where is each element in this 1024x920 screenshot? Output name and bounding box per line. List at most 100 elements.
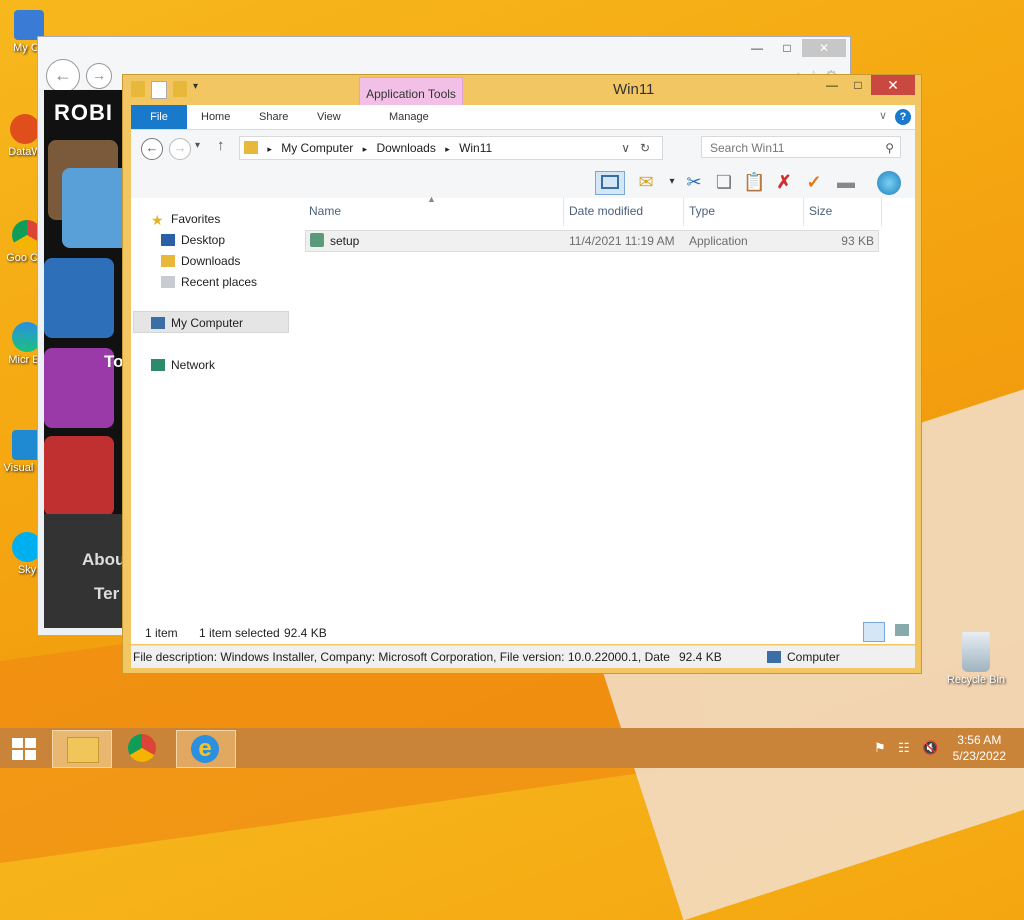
clock[interactable]: 3:56 AM 5/23/2022 bbox=[953, 732, 1006, 764]
file-type: Application bbox=[689, 234, 748, 248]
checkmark-icon[interactable]: ✓ bbox=[803, 171, 825, 193]
column-divider[interactable] bbox=[803, 198, 804, 226]
column-divider[interactable] bbox=[881, 198, 882, 226]
nav-label: My Computer bbox=[171, 316, 244, 330]
tab-share[interactable]: Share bbox=[259, 105, 288, 129]
file-description: File description: Windows Installer, Com… bbox=[133, 650, 673, 664]
clock-time: 3:56 AM bbox=[957, 733, 1002, 747]
taskbar-internet-explorer[interactable]: e bbox=[176, 730, 236, 768]
desktop-icon-recycle-bin[interactable]: Recycle Bin bbox=[944, 632, 1008, 686]
roblox-footer bbox=[44, 514, 134, 628]
volume-muted-icon[interactable]: 🔇 bbox=[922, 740, 938, 756]
game-tile[interactable] bbox=[44, 436, 114, 516]
installer-icon bbox=[310, 233, 324, 247]
globe-icon[interactable] bbox=[877, 171, 901, 195]
desktop-icon-label: Recycle Bin bbox=[946, 674, 1006, 686]
status-bar: 1 item 1 item selected 92.4 KB bbox=[131, 620, 915, 644]
help-icon[interactable]: ? bbox=[895, 109, 911, 125]
browser-forward-button[interactable]: → bbox=[86, 63, 112, 89]
maximize-button[interactable]: □ bbox=[845, 75, 871, 95]
file-explorer-window[interactable]: ▾ Application Tools Win11 — □ ✕ File Hom… bbox=[122, 74, 922, 674]
folder-icon[interactable] bbox=[131, 81, 145, 97]
game-tile[interactable] bbox=[44, 258, 114, 338]
copy-icon[interactable]: ❏ bbox=[713, 171, 735, 193]
datawrapper-icon bbox=[10, 114, 40, 144]
recycle-bin-icon bbox=[962, 632, 990, 672]
footer-link-about[interactable]: Abou bbox=[82, 550, 125, 570]
chrome-icon bbox=[128, 734, 156, 762]
navigation-pane: ★ Favorites Desktop Downloads Recent plac… bbox=[131, 198, 291, 620]
browser-back-button[interactable]: ← bbox=[46, 59, 80, 93]
chevron-right-icon[interactable]: ▸ bbox=[267, 144, 272, 154]
breadcrumb-item[interactable]: Downloads bbox=[376, 141, 435, 155]
nav-desktop[interactable]: Desktop bbox=[161, 233, 225, 247]
close-button[interactable]: ✕ bbox=[802, 39, 846, 57]
contextual-tab-group: Application Tools bbox=[359, 77, 463, 106]
file-name: setup bbox=[330, 234, 360, 248]
chevron-down-icon[interactable]: ▾ bbox=[661, 171, 683, 193]
action-center-icon[interactable]: ⚑ bbox=[874, 740, 886, 756]
properties-folder-icon[interactable]: ✉ bbox=[635, 171, 657, 193]
details-view-icon[interactable] bbox=[863, 622, 885, 642]
nav-favorites[interactable]: ★ Favorites bbox=[151, 212, 220, 228]
chevron-right-icon[interactable]: ▸ bbox=[363, 144, 368, 154]
star-icon: ★ bbox=[151, 212, 164, 228]
file-row[interactable]: setup 11/4/2021 11:19 AM Application 93 … bbox=[305, 230, 879, 252]
tab-home[interactable]: Home bbox=[201, 105, 230, 129]
nav-my-computer[interactable]: My Computer bbox=[151, 316, 243, 330]
cut-icon[interactable]: ✂ bbox=[683, 171, 705, 193]
windows-logo-icon bbox=[12, 738, 36, 760]
item-count: 1 item bbox=[145, 626, 178, 640]
tab-view[interactable]: View bbox=[317, 105, 341, 129]
tab-file[interactable]: File bbox=[131, 105, 187, 129]
roblox-page: ROBI To Abou Ter bbox=[44, 90, 134, 628]
column-header-date[interactable]: Date modified bbox=[569, 204, 643, 218]
search-input[interactable]: Search Win11 ⚲ bbox=[701, 136, 901, 158]
preview-pane-icon[interactable] bbox=[595, 171, 625, 195]
address-bar[interactable]: ▸ My Computer ▸ Downloads ▸ Win11 ∨ ↻ bbox=[239, 136, 663, 160]
taskbar-file-explorer[interactable] bbox=[52, 730, 112, 768]
column-header-size[interactable]: Size bbox=[809, 204, 832, 218]
column-header-type[interactable]: Type bbox=[689, 204, 715, 218]
internet-explorer-icon: e bbox=[191, 735, 219, 763]
maximize-button[interactable]: □ bbox=[772, 39, 802, 57]
breadcrumb-item[interactable]: Win11 bbox=[459, 141, 492, 155]
refresh-icon[interactable]: ↻ bbox=[640, 137, 650, 159]
back-button[interactable]: ← bbox=[141, 138, 163, 160]
close-button[interactable]: ✕ bbox=[871, 75, 915, 95]
browser-window-controls: — □ ✕ bbox=[742, 39, 846, 57]
up-button[interactable]: ↑ bbox=[217, 137, 225, 154]
chevron-right-icon[interactable]: ▸ bbox=[445, 144, 450, 154]
folder-icon bbox=[67, 737, 99, 763]
new-folder-icon[interactable] bbox=[173, 81, 187, 97]
recent-places-icon bbox=[161, 276, 175, 288]
nav-recent-places[interactable]: Recent places bbox=[161, 275, 257, 289]
chevron-down-icon[interactable]: ▾ bbox=[193, 81, 203, 97]
recent-locations-icon[interactable]: ▾ bbox=[195, 140, 200, 151]
footer-link-terms[interactable]: Ter bbox=[94, 584, 119, 604]
delete-icon[interactable]: ✗ bbox=[773, 171, 795, 193]
window-title: Win11 bbox=[613, 81, 655, 98]
column-divider[interactable] bbox=[563, 198, 564, 226]
column-divider[interactable] bbox=[683, 198, 684, 226]
taskbar-chrome[interactable] bbox=[114, 730, 172, 766]
details-size: 92.4 KB bbox=[679, 650, 722, 664]
sort-arrow-icon: ▲ bbox=[427, 194, 436, 204]
nav-downloads[interactable]: Downloads bbox=[161, 254, 240, 268]
chevron-down-icon[interactable]: ∨ bbox=[621, 137, 630, 159]
nav-network[interactable]: Network bbox=[151, 358, 215, 372]
minimize-button[interactable]: — bbox=[742, 39, 772, 57]
rename-icon[interactable]: ▬ bbox=[835, 171, 857, 193]
column-header-name[interactable]: Name bbox=[309, 204, 341, 218]
forward-button[interactable]: → bbox=[169, 138, 191, 160]
title-bar[interactable]: ▾ Application Tools Win11 — □ ✕ bbox=[123, 75, 921, 106]
tab-manage[interactable]: Manage bbox=[389, 105, 429, 129]
network-status-icon[interactable]: ☷ bbox=[898, 740, 910, 756]
properties-icon[interactable] bbox=[151, 81, 167, 99]
breadcrumb-item[interactable]: My Computer bbox=[281, 141, 353, 155]
chevron-down-icon[interactable]: ∨ bbox=[879, 109, 887, 122]
large-icons-view-icon[interactable] bbox=[895, 624, 909, 636]
paste-icon[interactable]: 📋 bbox=[743, 171, 765, 193]
start-button[interactable] bbox=[0, 730, 48, 766]
minimize-button[interactable]: — bbox=[819, 75, 845, 95]
